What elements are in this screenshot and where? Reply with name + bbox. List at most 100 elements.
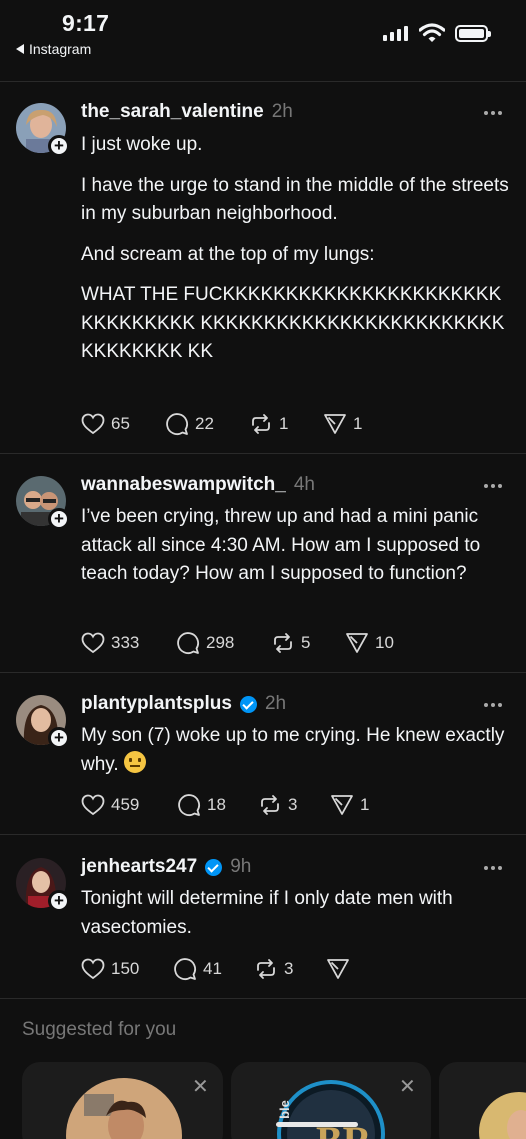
suggested-card[interactable]: BR ble ✕ bbox=[231, 1062, 431, 1139]
like-count: 459 bbox=[111, 795, 140, 814]
post-paragraph: I have the urge to stand in the middle o… bbox=[81, 174, 509, 225]
post-paragraph: I’ve been crying, threw up and had a min… bbox=[81, 506, 481, 584]
suggested-heading: Suggested for you bbox=[22, 1019, 177, 1040]
suggested-card[interactable] bbox=[439, 1062, 526, 1139]
follow-plus-icon[interactable]: + bbox=[48, 727, 70, 749]
back-arrow-icon bbox=[16, 44, 24, 54]
status-bar: 9:17 Instagram bbox=[0, 0, 526, 80]
post-paragraph: Tonight will determine if I only date me… bbox=[81, 888, 453, 938]
back-app-label: Instagram bbox=[29, 41, 92, 57]
heart-icon bbox=[81, 413, 105, 435]
reply-button[interactable]: 18 bbox=[177, 793, 258, 817]
avatar[interactable]: + bbox=[16, 476, 70, 530]
share-count: 1 bbox=[360, 795, 370, 814]
post-body: I’ve been crying, threw up and had a min… bbox=[81, 503, 501, 601]
more-icon[interactable] bbox=[484, 866, 502, 870]
repost-button[interactable]: 3 bbox=[258, 793, 330, 817]
like-button[interactable]: 65 bbox=[81, 413, 165, 435]
like-count: 150 bbox=[111, 959, 140, 978]
like-button[interactable]: 333 bbox=[81, 632, 176, 654]
post-username[interactable]: jenhearts247 bbox=[81, 856, 197, 878]
like-button[interactable]: 150 bbox=[81, 958, 173, 980]
follow-plus-icon[interactable]: + bbox=[48, 508, 70, 530]
reply-count: 18 bbox=[207, 795, 226, 814]
post-username[interactable]: the_sarah_valentine bbox=[81, 101, 264, 123]
post-username[interactable]: wannabeswampwitch_ bbox=[81, 474, 286, 496]
more-icon[interactable] bbox=[484, 703, 502, 707]
follow-plus-icon[interactable]: + bbox=[48, 890, 70, 912]
repost-button[interactable]: 3 bbox=[254, 957, 326, 981]
comment-icon bbox=[174, 958, 196, 980]
repost-icon bbox=[274, 633, 292, 653]
post-timestamp: 2h bbox=[271, 101, 293, 122]
suggested-logo-text: ble bbox=[276, 1100, 292, 1119]
like-button[interactable]: 459 bbox=[81, 794, 177, 816]
suggested-card[interactable]: ✕ bbox=[22, 1062, 223, 1139]
share-button[interactable]: 1 bbox=[330, 793, 369, 817]
post-paragraph: WHAT THE FUCKKKKKKKKKKKKKKKKKKKKKKKKKKKK… bbox=[81, 284, 505, 362]
send-icon bbox=[324, 414, 346, 434]
repost-icon bbox=[257, 959, 275, 979]
divider bbox=[0, 453, 526, 454]
heart-icon bbox=[81, 958, 105, 980]
post-timestamp: 4h bbox=[293, 474, 315, 495]
close-icon[interactable]: ✕ bbox=[192, 1074, 209, 1099]
suggested-avatar: BR bbox=[277, 1080, 385, 1139]
suggested-avatar bbox=[66, 1078, 182, 1139]
comment-icon bbox=[177, 632, 199, 654]
heart-icon bbox=[81, 632, 105, 654]
comment-icon bbox=[178, 794, 200, 816]
post-body: Tonight will determine if I only date me… bbox=[81, 885, 506, 954]
share-count: 1 bbox=[353, 414, 363, 433]
divider bbox=[0, 672, 526, 673]
cellular-signal-icon bbox=[383, 26, 408, 41]
repost-button[interactable]: 1 bbox=[249, 412, 323, 436]
heart-icon bbox=[81, 794, 105, 816]
repost-button[interactable]: 5 bbox=[271, 631, 345, 655]
post-username[interactable]: plantyplantsplus bbox=[81, 693, 232, 715]
repost-count: 5 bbox=[301, 633, 311, 652]
reply-button[interactable]: 22 bbox=[165, 412, 249, 436]
reply-button[interactable]: 298 bbox=[176, 631, 271, 655]
verified-icon bbox=[239, 695, 257, 713]
suggested-avatar bbox=[479, 1092, 526, 1139]
send-icon bbox=[331, 795, 353, 815]
reply-count: 41 bbox=[203, 959, 222, 978]
share-count: 10 bbox=[375, 633, 394, 652]
share-button[interactable]: 1 bbox=[323, 412, 362, 436]
divider bbox=[0, 834, 526, 835]
avatar[interactable]: + bbox=[16, 858, 70, 912]
avatar[interactable]: + bbox=[16, 103, 70, 157]
more-icon[interactable] bbox=[484, 484, 502, 488]
avatar[interactable]: + bbox=[16, 695, 70, 749]
repost-icon bbox=[261, 795, 279, 815]
share-button[interactable] bbox=[326, 957, 350, 981]
repost-count: 1 bbox=[279, 414, 289, 433]
reply-count: 22 bbox=[195, 414, 214, 433]
post-body: I just woke up. I have the urge to stand… bbox=[81, 131, 511, 379]
send-icon bbox=[327, 959, 349, 979]
like-count: 65 bbox=[111, 414, 130, 433]
repost-count: 3 bbox=[288, 795, 298, 814]
post-timestamp: 2h bbox=[264, 693, 287, 714]
status-time: 9:17 bbox=[62, 10, 110, 36]
close-icon[interactable]: ✕ bbox=[399, 1074, 416, 1099]
battery-icon bbox=[455, 25, 491, 42]
more-icon[interactable] bbox=[484, 111, 502, 115]
back-to-app-link[interactable]: Instagram bbox=[16, 41, 91, 57]
like-count: 333 bbox=[111, 633, 140, 652]
comment-icon bbox=[166, 413, 188, 435]
follow-plus-icon[interactable]: + bbox=[48, 135, 70, 157]
share-button[interactable]: 10 bbox=[345, 631, 394, 655]
verified-icon bbox=[205, 858, 223, 876]
divider bbox=[0, 998, 526, 999]
home-indicator[interactable] bbox=[276, 1122, 358, 1127]
divider bbox=[0, 81, 526, 82]
post-paragraph: I just woke up. bbox=[81, 134, 203, 155]
neutral-face-icon bbox=[123, 750, 146, 773]
reply-button[interactable]: 41 bbox=[173, 957, 254, 981]
post-timestamp: 9h bbox=[230, 856, 252, 877]
reply-count: 298 bbox=[206, 633, 235, 652]
send-icon bbox=[346, 633, 368, 653]
post-body: My son (7) woke up to me crying. He knew… bbox=[81, 722, 506, 791]
